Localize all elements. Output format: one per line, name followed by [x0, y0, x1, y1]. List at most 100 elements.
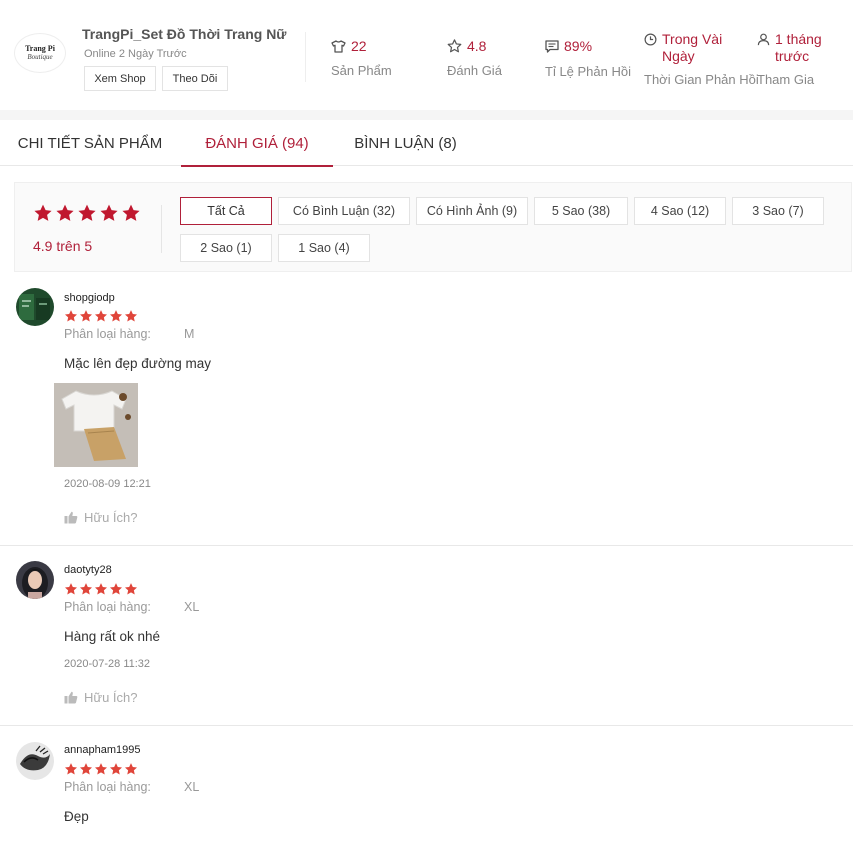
avatar-image [16, 561, 54, 599]
review-stars [64, 762, 138, 776]
stat-rating-value: 4.8 [467, 38, 487, 54]
header-divider [305, 32, 306, 82]
chat-icon [545, 39, 559, 53]
person-icon [757, 33, 770, 46]
stat-products-value: 22 [351, 38, 367, 54]
review-username[interactable]: daotyty28 [64, 564, 112, 576]
stat-joined-value: 1 tháng trước [775, 31, 822, 64]
follow-button[interactable]: Theo Dõi [162, 66, 228, 91]
review-variant: Phân loại hàng: XL [64, 600, 199, 614]
variant-label: Phân loại hàng: [64, 600, 151, 614]
star-icon [56, 204, 74, 221]
review-variant: Phân loại hàng: M [64, 327, 194, 341]
tab-product-details[interactable]: CHI TIẾT SẢN PHẨM [10, 120, 170, 166]
review-comment: Đẹp [64, 809, 89, 824]
variant-value: XL [184, 780, 200, 794]
star-icon [109, 310, 123, 322]
filter-4-stars[interactable]: 4 Sao (12) [634, 197, 726, 225]
shop-logo[interactable]: Trang Pi Boutique [14, 33, 66, 73]
star-icon [124, 763, 138, 775]
review-photo-image [54, 383, 138, 467]
rating-summary: 4.9 trên 5 Tất Cả Có Bình Luận (32) Có H… [14, 182, 852, 272]
shop-online-status: Online 2 Ngày Trước [84, 48, 187, 60]
star-icon [122, 204, 140, 221]
review-item: daotyty28 Phân loại hàng: XL Hàng rất ok… [0, 546, 853, 726]
tab-comments[interactable]: BÌNH LUẬN (8) [343, 120, 468, 166]
view-shop-button[interactable]: Xem Shop [84, 66, 156, 91]
shop-name[interactable]: TrangPi_Set Đồ Thời Trang Nữ [82, 26, 286, 42]
stat-reply-time: Trong Vài Ngày Thời Gian Phản Hồi [644, 31, 759, 87]
stat-joined: 1 tháng trước Tham Gia [757, 31, 847, 87]
star-icon [124, 310, 138, 322]
product-tabs: CHI TIẾT SẢN PHẨM ĐÁNH GIÁ (94) BÌNH LUẬ… [0, 120, 853, 167]
stat-rating-label: Đánh Giá [447, 63, 502, 78]
star-icon [79, 763, 93, 775]
star-icon [109, 763, 123, 775]
star-outline-icon [447, 39, 462, 53]
star-icon [79, 583, 93, 595]
stat-products: 22 Sản Phẩm [331, 38, 392, 78]
filter-1-star[interactable]: 1 Sao (4) [278, 234, 370, 262]
review-date: 2020-08-09 12:21 [64, 478, 151, 490]
thumbs-up-icon [64, 511, 78, 524]
star-icon [94, 583, 108, 595]
review-item: annapham1995 Phân loại hàng: XL Đẹp [0, 726, 853, 853]
thumbs-up-icon [64, 691, 78, 704]
stat-reply-time-value: Trong Vài Ngày [662, 31, 723, 64]
avatar[interactable] [16, 742, 54, 780]
helpful-button[interactable]: Hữu Ích? [64, 510, 138, 525]
helpful-label: Hữu Ích? [84, 510, 138, 525]
star-icon [34, 204, 52, 221]
shirt-icon [331, 39, 346, 53]
review-item: shopgiodp Phân loại hàng: M Mặc lên đẹp … [0, 273, 853, 546]
avatar-image [16, 742, 54, 780]
filter-3-stars[interactable]: 3 Sao (7) [732, 197, 824, 225]
star-icon [94, 310, 108, 322]
stat-reply-rate-label: Tỉ Lệ Phản Hồi [545, 64, 631, 79]
review-variant: Phân loại hàng: XL [64, 780, 199, 794]
variant-value: XL [184, 600, 200, 614]
star-icon [100, 204, 118, 221]
review-photo[interactable] [54, 383, 138, 467]
star-icon [124, 583, 138, 595]
review-stars [64, 309, 138, 323]
tab-reviews[interactable]: ĐÁNH GIÁ (94) [181, 120, 333, 167]
star-icon [94, 763, 108, 775]
variant-label: Phân loại hàng: [64, 327, 151, 341]
review-username[interactable]: shopgiodp [64, 292, 115, 304]
stat-reply-rate-value: 89% [564, 38, 593, 54]
average-rating-stars [33, 203, 141, 223]
stat-products-label: Sản Phẩm [331, 63, 392, 78]
filter-all[interactable]: Tất Cả [180, 197, 272, 225]
average-rating-text: 4.9 trên 5 [33, 238, 93, 254]
star-icon [64, 583, 78, 595]
avatar-image [16, 288, 54, 326]
filter-with-comment[interactable]: Có Bình Luận (32) [278, 197, 410, 225]
variant-value: M [184, 327, 195, 341]
logo-text-line1: Trang Pi [25, 44, 55, 53]
clock-icon [644, 33, 657, 46]
review-comment: Hàng rất ok nhé [64, 629, 161, 644]
star-icon [78, 204, 96, 221]
star-icon [109, 583, 123, 595]
summary-divider [161, 205, 162, 253]
filter-5-stars[interactable]: 5 Sao (38) [534, 197, 628, 225]
filter-2-stars[interactable]: 2 Sao (1) [180, 234, 272, 262]
review-date: 2020-07-28 11:32 [64, 658, 151, 670]
stat-reply-rate: 89% Tỉ Lệ Phản Hồi [545, 38, 631, 79]
stat-joined-label: Tham Gia [757, 72, 815, 87]
helpful-button[interactable]: Hữu Ích? [64, 690, 138, 705]
review-stars [64, 582, 138, 596]
avatar[interactable] [16, 561, 54, 599]
star-icon [64, 763, 78, 775]
star-icon [79, 310, 93, 322]
review-username[interactable]: annapham1995 [64, 744, 140, 756]
stat-rating: 4.8 Đánh Giá [447, 38, 502, 78]
avatar[interactable] [16, 288, 54, 326]
review-comment: Mặc lên đẹp đường may [64, 356, 211, 371]
helpful-label: Hữu Ích? [84, 690, 138, 705]
filter-with-images[interactable]: Có Hình Ảnh (9) [416, 197, 528, 225]
variant-label: Phân loại hàng: [64, 780, 151, 794]
section-separator [0, 110, 853, 120]
shop-header: Trang Pi Boutique TrangPi_Set Đồ Thời Tr… [0, 0, 853, 110]
